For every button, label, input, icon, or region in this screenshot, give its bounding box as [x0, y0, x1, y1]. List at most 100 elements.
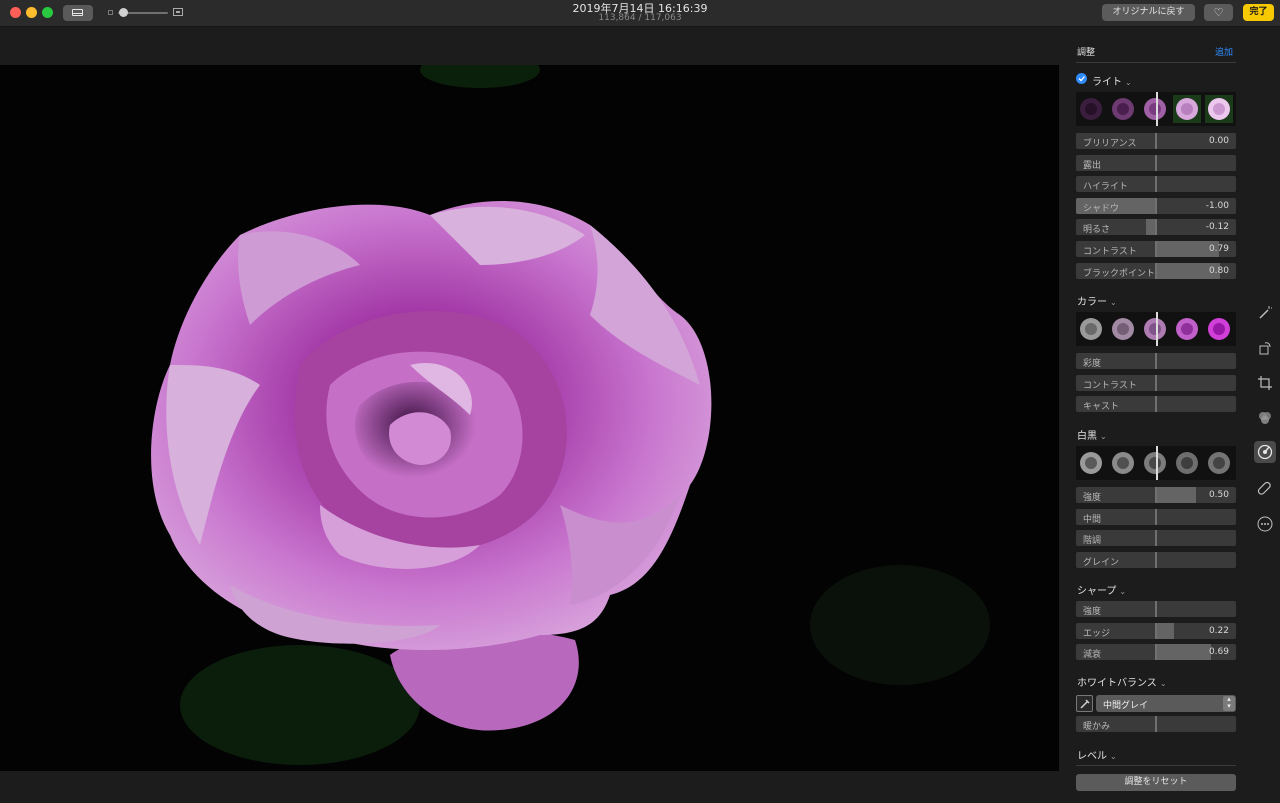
slider-label: シャドウ — [1083, 203, 1120, 214]
select-stepper-icon: ▴ ▾ — [1223, 696, 1235, 711]
slider-handle[interactable] — [1155, 176, 1157, 193]
slider-handle[interactable] — [1155, 530, 1157, 547]
slider-handle[interactable] — [1155, 508, 1157, 525]
slider-fill — [1156, 487, 1196, 503]
slider-value: 0.79 — [1208, 244, 1229, 254]
adjust-icon[interactable] — [1254, 441, 1276, 463]
slider-handle[interactable] — [1155, 551, 1157, 568]
light-enabled-checkbox[interactable] — [1076, 73, 1087, 84]
section-sharpen-header[interactable]: シャープ ⌄ — [1077, 582, 1126, 597]
divider — [1076, 765, 1236, 766]
retouch-icon[interactable] — [1254, 478, 1276, 500]
adjust-panel: 調整 追加 ライト ⌄ ブリリアンス 0.00 露出 ハイライト シャドウ -1.00 明るさ… — [1065, 26, 1247, 803]
slider-light-5[interactable]: コントラスト 0.79 — [1076, 241, 1236, 257]
slider-label: コントラスト — [1083, 380, 1137, 391]
thumbnail-strip-cursor[interactable] — [1156, 312, 1158, 346]
slider-light-6[interactable]: ブラックポイント 0.80 — [1076, 262, 1236, 279]
done-button[interactable]: 完了 — [1243, 4, 1274, 21]
slider-light-4[interactable]: 明るさ -0.12 — [1076, 219, 1236, 236]
slider-handle[interactable] — [1155, 133, 1157, 149]
section-light-header[interactable]: ライト ⌄ — [1092, 73, 1132, 88]
slider-bw-2[interactable]: 階調 — [1076, 530, 1236, 547]
bw-thumbnail-strip[interactable] — [1076, 446, 1236, 480]
chevron-down-icon: ⌄ — [1125, 78, 1132, 87]
slider-handle[interactable] — [1155, 716, 1157, 732]
slider-handle[interactable] — [1155, 353, 1157, 369]
slider-label: 彩度 — [1083, 359, 1102, 369]
photo-canvas[interactable] — [0, 65, 1059, 771]
slider-light-3[interactable]: シャドウ -1.00 — [1076, 197, 1236, 214]
slider-color-2[interactable]: キャスト — [1076, 396, 1236, 413]
slider-label: エッジ — [1083, 628, 1111, 639]
eyedropper-icon — [1080, 699, 1090, 709]
slider-label: キャスト — [1083, 402, 1120, 413]
chevron-down-icon: ⌄ — [1100, 432, 1107, 441]
slider-sharpen-0[interactable]: 強度 — [1076, 601, 1236, 617]
slider-color-1[interactable]: コントラスト — [1076, 374, 1236, 391]
slider-value: -1.00 — [1205, 200, 1229, 211]
crop-icon[interactable] — [1254, 372, 1276, 394]
section-levels-header[interactable]: レベル ⌄ — [1077, 747, 1117, 762]
slider-value: 0.69 — [1208, 647, 1229, 658]
add-preset-button[interactable]: 追加 — [1215, 45, 1233, 58]
slider-handle[interactable] — [1155, 487, 1157, 503]
slider-label: ハイライト — [1083, 182, 1128, 193]
slider-bw-3[interactable]: グレイン — [1076, 551, 1236, 568]
section-color-header[interactable]: カラー ⌄ — [1077, 293, 1117, 308]
slider-handle[interactable] — [1155, 262, 1157, 279]
slider-label: ブリリアンス — [1083, 139, 1137, 149]
slider-fill — [1156, 622, 1174, 639]
thumbnail-strip-cursor[interactable] — [1156, 92, 1158, 126]
slider-sharpen-1[interactable]: エッジ 0.22 — [1076, 622, 1236, 639]
revert-to-original-button[interactable]: オリジナルに戻す — [1102, 4, 1195, 21]
eyedropper-button[interactable] — [1076, 695, 1093, 712]
rotate-icon[interactable] — [1254, 337, 1276, 359]
check-icon — [1078, 76, 1085, 82]
slider-color-0[interactable]: 彩度 — [1076, 353, 1236, 369]
slider-handle[interactable] — [1155, 601, 1157, 617]
slider-white_balance-0[interactable]: 暖かみ — [1076, 716, 1236, 732]
slider-bw-1[interactable]: 中間 — [1076, 508, 1236, 525]
slider-handle[interactable] — [1155, 622, 1157, 639]
slider-bw-0[interactable]: 強度 0.50 — [1076, 487, 1236, 503]
slider-label: 明るさ — [1083, 225, 1111, 236]
slider-handle[interactable] — [1155, 374, 1157, 391]
chevron-down-icon: ⌄ — [1159, 679, 1167, 688]
slider-handle[interactable] — [1155, 219, 1157, 236]
magic-wand-icon[interactable] — [1254, 302, 1276, 324]
panel-title: 調整 — [1077, 48, 1096, 58]
filters-icon[interactable] — [1254, 407, 1276, 429]
slider-light-1[interactable]: 露出 — [1076, 154, 1236, 171]
reset-adjustments-button[interactable]: 調整をリセット — [1076, 774, 1236, 791]
heart-icon: ♡ — [1213, 6, 1224, 19]
slider-sharpen-2[interactable]: 減衰 0.69 — [1076, 644, 1236, 661]
favorite-button[interactable]: ♡ — [1204, 4, 1233, 21]
slider-handle[interactable] — [1155, 197, 1157, 214]
chevron-down-icon: ⌄ — [1110, 752, 1117, 761]
slider-label: コントラスト — [1083, 247, 1137, 257]
slider-handle[interactable] — [1155, 644, 1157, 661]
slider-label: 暖かみ — [1083, 722, 1111, 732]
section-light-label: ライト — [1092, 77, 1122, 88]
slider-light-2[interactable]: ハイライト — [1076, 176, 1236, 193]
slider-handle[interactable] — [1155, 241, 1157, 257]
slider-handle[interactable] — [1155, 154, 1157, 171]
photo-counter: 113,864 / 117,063 — [598, 13, 682, 23]
slider-label: 強度 — [1083, 493, 1102, 503]
slider-label: 階調 — [1083, 536, 1102, 547]
section-bw-header[interactable]: 白黒 ⌄ — [1077, 427, 1107, 442]
slider-label: 中間 — [1083, 514, 1102, 525]
section-white-balance-header[interactable]: ホワイトバランス ⌄ — [1077, 674, 1167, 689]
slider-value: 0.22 — [1208, 625, 1229, 636]
slider-light-0[interactable]: ブリリアンス 0.00 — [1076, 133, 1236, 149]
white-balance-mode-select[interactable]: 中間グレイ ▴ ▾ — [1096, 695, 1236, 712]
section-white-balance-label: ホワイトバランス — [1077, 678, 1157, 689]
color-thumbnail-strip[interactable] — [1076, 312, 1236, 346]
slider-handle[interactable] — [1155, 396, 1157, 413]
more-icon[interactable] — [1254, 513, 1276, 535]
slider-label: 減衰 — [1083, 650, 1102, 661]
slider-value: 0.00 — [1208, 136, 1229, 146]
thumbnail-strip-cursor[interactable] — [1156, 446, 1158, 480]
light-thumbnail-strip[interactable] — [1076, 92, 1236, 126]
slider-label: 強度 — [1083, 607, 1102, 617]
